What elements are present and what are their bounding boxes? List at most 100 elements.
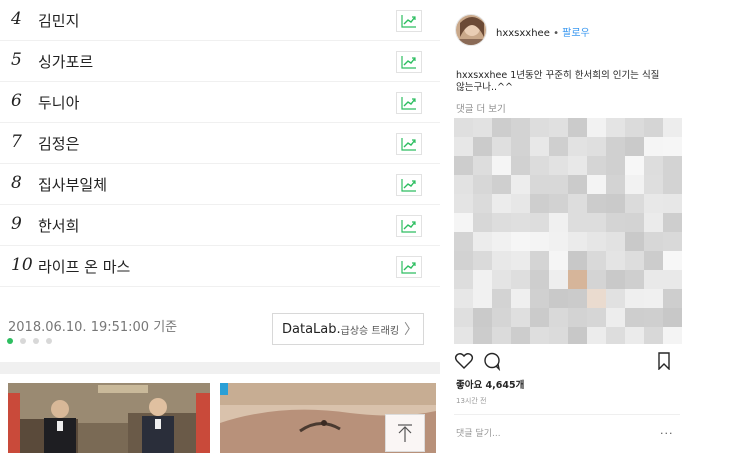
page-dot[interactable] [20, 338, 26, 344]
trend-chart-button[interactable] [396, 92, 422, 114]
caption-username[interactable]: hxxsxxhee [456, 70, 507, 81]
mosaic-pixel [568, 175, 587, 194]
mosaic-pixel [625, 270, 644, 289]
mosaic-pixel [492, 194, 511, 213]
mosaic-pixel [568, 137, 587, 156]
like-button[interactable] [454, 351, 474, 371]
ranking-timestamp: 2018.06.10. 19:51:00 기준 [8, 320, 178, 335]
mosaic-pixel [511, 175, 530, 194]
mosaic-pixel [530, 194, 549, 213]
username-link[interactable]: hxxsxxhee [496, 28, 550, 39]
mosaic-pixel [606, 213, 625, 232]
mosaic-pixel [492, 327, 511, 344]
more-options-button[interactable]: ... [660, 424, 674, 437]
datalab-trending-button[interactable]: DataLab. 급상승 트래킹 〉 [272, 313, 424, 345]
mosaic-pixel [492, 270, 511, 289]
page-dot[interactable] [7, 338, 13, 344]
mosaic-pixel [568, 232, 587, 251]
mosaic-pixel [492, 289, 511, 308]
mosaic-pixel [606, 137, 625, 156]
ranking-item[interactable]: 4 김민지 [0, 0, 440, 41]
trend-chart-button[interactable] [396, 174, 422, 196]
mosaic-pixel [587, 327, 606, 344]
mosaic-pixel [625, 289, 644, 308]
follow-button[interactable]: 팔로우 [562, 28, 590, 39]
rank-number: 8 [11, 173, 22, 193]
mosaic-pixel [549, 232, 568, 251]
comment-input[interactable]: 댓글 달기... [456, 426, 501, 439]
mosaic-pixel [568, 270, 587, 289]
mosaic-pixel [511, 156, 530, 175]
mosaic-pixel [663, 289, 682, 308]
scroll-to-top-button[interactable] [385, 414, 425, 452]
mosaic-pixel [587, 118, 606, 137]
mosaic-pixel [587, 289, 606, 308]
page-dot[interactable] [33, 338, 39, 344]
mosaic-pixel [454, 289, 473, 308]
rank-keyword[interactable]: 싱가포르 [38, 51, 93, 72]
rank-keyword[interactable]: 집사부일체 [38, 174, 107, 195]
mosaic-pixel [568, 327, 587, 344]
ranking-item[interactable]: 6 두니아 [0, 82, 440, 123]
mosaic-pixel [663, 118, 682, 137]
ranking-item[interactable]: 7 김정은 [0, 123, 440, 164]
avatar[interactable] [455, 14, 487, 46]
rank-keyword[interactable]: 라이프 온 마스 [38, 256, 130, 277]
rank-number: 6 [11, 91, 22, 111]
view-more-comments-link[interactable]: 댓글 더 보기 [456, 101, 506, 115]
trend-chart-button[interactable] [396, 10, 422, 32]
mosaic-pixel [606, 194, 625, 213]
ranking-item[interactable]: 5 싱가포르 [0, 41, 440, 82]
mosaic-pixel [587, 232, 606, 251]
mosaic-pixel [606, 251, 625, 270]
mosaic-pixel [454, 137, 473, 156]
rank-keyword[interactable]: 김정은 [38, 133, 79, 154]
mosaic-pixel [663, 270, 682, 289]
comment-button[interactable] [482, 351, 502, 372]
mosaic-pixel [568, 118, 587, 137]
arrow-up-icon [398, 424, 412, 442]
mosaic-pixel [530, 270, 549, 289]
rank-keyword[interactable]: 김민지 [38, 10, 79, 31]
instagram-post: hxxsxxhee • 팔로우 hxxsxxhee 1년동안 꾸준히 한서희의 … [446, 0, 686, 453]
mosaic-pixel [549, 270, 568, 289]
mosaic-pixel [473, 175, 492, 194]
mosaic-pixel [663, 251, 682, 270]
trend-chart-button[interactable] [396, 215, 422, 237]
post-image-pixelated[interactable] [454, 118, 682, 344]
mosaic-pixel [644, 251, 663, 270]
trend-chart-button[interactable] [396, 51, 422, 73]
mosaic-pixel [454, 118, 473, 137]
ranking-item[interactable]: 10 라이프 온 마스 [0, 246, 440, 287]
mosaic-pixel [492, 175, 511, 194]
news-thumbnail-meeting[interactable] [8, 383, 210, 453]
portal-panel: 4 김민지 5 싱가포르 6 두니아 7 김정은 8 집사부일체 9 한서희 10 라이프 온 마스 20… [0, 0, 440, 453]
trend-chart-icon [401, 15, 416, 28]
mosaic-pixel [492, 137, 511, 156]
likes-count[interactable]: 좋아요 4,645개 [456, 377, 524, 391]
mosaic-pixel [568, 251, 587, 270]
mosaic-pixel [454, 156, 473, 175]
trend-chart-button[interactable] [396, 256, 422, 278]
mosaic-pixel [454, 270, 473, 289]
rank-keyword[interactable]: 한서희 [38, 215, 79, 236]
mosaic-pixel [606, 232, 625, 251]
ranking-item[interactable]: 9 한서희 [0, 205, 440, 246]
page-dot[interactable] [46, 338, 52, 344]
mosaic-pixel [663, 213, 682, 232]
mosaic-pixel [644, 270, 663, 289]
rank-keyword[interactable]: 두니아 [38, 92, 79, 113]
ranking-item[interactable]: 8 집사부일체 [0, 164, 440, 205]
trend-chart-button[interactable] [396, 133, 422, 155]
mosaic-pixel [644, 308, 663, 327]
mosaic-pixel [625, 156, 644, 175]
mosaic-pixel [644, 327, 663, 344]
mosaic-pixel [530, 289, 549, 308]
mosaic-pixel [606, 156, 625, 175]
trend-chart-icon [401, 97, 416, 110]
mosaic-pixel [644, 194, 663, 213]
mosaic-pixel [644, 137, 663, 156]
mosaic-pixel [625, 327, 644, 344]
mosaic-pixel [511, 118, 530, 137]
save-button[interactable] [656, 352, 672, 371]
